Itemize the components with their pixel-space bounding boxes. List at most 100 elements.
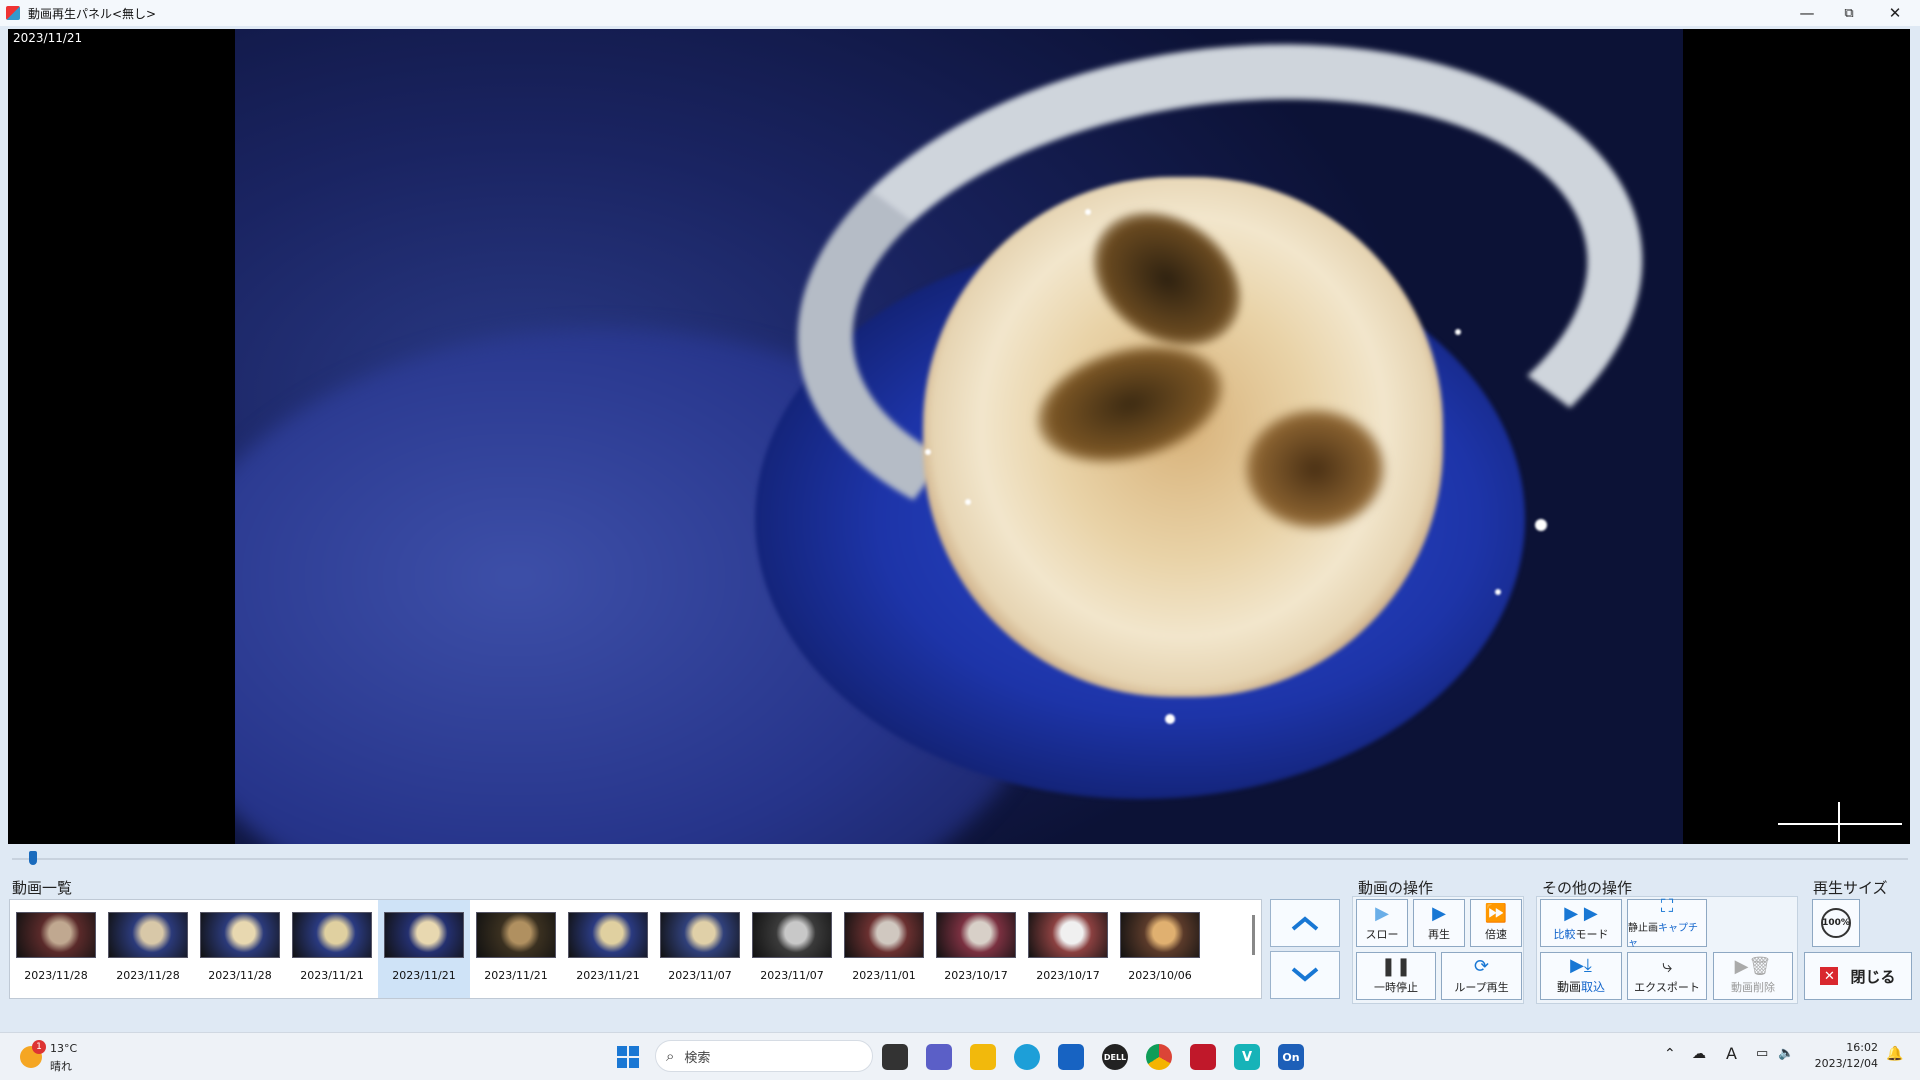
thumbnail-image xyxy=(660,912,740,958)
video-player[interactable]: 2023/11/21 xyxy=(8,29,1910,844)
loop-button[interactable]: ⟳ ループ再生 xyxy=(1441,952,1522,1000)
search-placeholder: 検索 xyxy=(684,1050,711,1066)
thumbnail-date: 2023/11/21 xyxy=(300,969,364,982)
slow-icon: ▶ xyxy=(1375,902,1389,924)
fast-button[interactable]: ⏩ 倍速 xyxy=(1470,899,1522,947)
scroll-up-button[interactable] xyxy=(1270,899,1340,947)
pause-label: 一時停止 xyxy=(1374,980,1418,994)
thumbnail-image xyxy=(844,912,924,958)
clock[interactable]: 16:02 2023/12/04 xyxy=(1808,1040,1878,1072)
thumbnail-date: 2023/11/07 xyxy=(668,969,732,982)
onedrive-icon[interactable]: ☁ xyxy=(1692,1046,1706,1062)
video-thumbnail[interactable]: 2023/11/21 xyxy=(562,900,654,998)
video-thumbnail[interactable]: 2023/11/28 xyxy=(194,900,286,998)
chrome-icon[interactable] xyxy=(1146,1044,1172,1070)
compare-mode-button[interactable]: ▶ ▶ 比較モード xyxy=(1540,899,1622,947)
zoom-100-button[interactable]: 100% xyxy=(1812,899,1860,947)
video-thumbnail[interactable]: 2023/10/17 xyxy=(1022,900,1114,998)
video-thumbnail[interactable]: 2023/11/21 xyxy=(378,900,470,998)
export-button[interactable]: ⤷ エクスポート xyxy=(1627,952,1707,1000)
video-thumbnail[interactable]: 2023/11/21 xyxy=(470,900,562,998)
video-thumbnail[interactable]: 2023/11/28 xyxy=(10,900,102,998)
pause-icon: ❚❚ xyxy=(1380,955,1412,977)
loop-label: ループ再生 xyxy=(1454,980,1509,994)
magnifier-icon: 100% xyxy=(1821,908,1851,938)
seek-bar[interactable] xyxy=(12,858,1908,860)
search-icon: ⌕ xyxy=(666,1047,675,1065)
export-label: エクスポート xyxy=(1634,980,1700,994)
thumbnail-image xyxy=(936,912,1016,958)
thumbnail-date: 2023/11/01 xyxy=(852,969,916,982)
dental-app-icon[interactable] xyxy=(1190,1044,1216,1070)
scroll-down-button[interactable] xyxy=(1270,951,1340,999)
video-thumbnail[interactable]: 2023/11/21 xyxy=(286,900,378,998)
edge-icon[interactable] xyxy=(1014,1044,1040,1070)
list-scrollbar[interactable] xyxy=(1252,915,1255,955)
thumbnail-image xyxy=(292,912,372,958)
close-label: 閉じる xyxy=(1850,967,1896,986)
v-app-icon[interactable]: V xyxy=(1234,1044,1260,1070)
thumbnail-image xyxy=(568,912,648,958)
network-icon[interactable]: ▭ xyxy=(1756,1046,1768,1061)
clock-time: 16:02 xyxy=(1846,1041,1878,1054)
thumbnail-image xyxy=(384,912,464,958)
thumbnail-date: 2023/11/28 xyxy=(24,969,88,982)
thumbnail-date: 2023/10/17 xyxy=(944,969,1008,982)
play-button[interactable]: ▶ 再生 xyxy=(1413,899,1465,947)
video-thumbnail[interactable]: 2023/11/07 xyxy=(654,900,746,998)
close-window-button[interactable]: ✕ xyxy=(1872,0,1918,26)
chat-icon[interactable] xyxy=(926,1044,952,1070)
thumbnail-image xyxy=(200,912,280,958)
taskbar-search[interactable]: ⌕ 検索 xyxy=(655,1040,873,1072)
video-thumbnail[interactable]: 2023/11/07 xyxy=(746,900,838,998)
thumbnail-date: 2023/11/21 xyxy=(484,969,548,982)
thumbnail-date: 2023/11/21 xyxy=(576,969,640,982)
video-thumbnail[interactable]: 2023/11/28 xyxy=(102,900,194,998)
import-video-button[interactable]: ▶⤓ 動画取込 xyxy=(1540,952,1622,1000)
close-panel-button[interactable]: ✕ 閉じる xyxy=(1804,952,1912,1000)
restore-button[interactable]: ⧉ xyxy=(1826,0,1872,26)
thumbnail-image xyxy=(1120,912,1200,958)
thumbnail-image xyxy=(476,912,556,958)
file-explorer-icon[interactable] xyxy=(970,1044,996,1070)
video-thumbnail[interactable]: 2023/11/01 xyxy=(838,900,930,998)
thumbnail-image xyxy=(16,912,96,958)
store-icon[interactable] xyxy=(1058,1044,1084,1070)
ime-icon[interactable]: A xyxy=(1726,1044,1737,1063)
thumbnail-date: 2023/11/28 xyxy=(116,969,180,982)
start-icon[interactable] xyxy=(615,1044,641,1070)
video-thumbnail[interactable]: 2023/10/17 xyxy=(930,900,1022,998)
dell-icon[interactable]: DELL xyxy=(1102,1044,1128,1070)
taskbar xyxy=(0,1032,1920,1080)
notification-bell-icon[interactable]: 🔔 xyxy=(1886,1046,1903,1062)
minimize-button[interactable]: — xyxy=(1784,0,1830,26)
video-frame xyxy=(235,29,1683,844)
weather-badge: 1 xyxy=(32,1040,46,1054)
close-x-icon: ✕ xyxy=(1820,967,1839,985)
fast-label: 倍速 xyxy=(1485,927,1507,941)
volume-icon[interactable]: 🔈 xyxy=(1778,1046,1794,1061)
delete-video-label: 動画削除 xyxy=(1731,980,1775,994)
slow-button[interactable]: ▶ スロー xyxy=(1356,899,1408,947)
thumbnail-image xyxy=(752,912,832,958)
pause-button[interactable]: ❚❚ 一時停止 xyxy=(1356,952,1436,1000)
window-title: 動画再生パネル<無し> xyxy=(28,6,157,21)
tray-chevron-icon[interactable]: ⌃ xyxy=(1664,1046,1676,1062)
fast-forward-icon: ⏩ xyxy=(1484,902,1508,924)
slow-label: スロー xyxy=(1365,927,1399,941)
weather-temp: 13°C xyxy=(50,1042,78,1055)
other-ops-label: その他の操作 xyxy=(1542,879,1633,897)
compare-mode-label: 比較モード xyxy=(1553,927,1609,941)
delete-video-button[interactable]: ▶🗑 動画削除 xyxy=(1713,952,1793,1000)
seek-thumb[interactable] xyxy=(29,851,37,865)
on-app-icon[interactable]: On xyxy=(1278,1044,1304,1070)
thumbnail-date: 2023/10/06 xyxy=(1128,969,1192,982)
weather-widget[interactable]: 1 13°C 晴れ xyxy=(20,1040,120,1074)
video-thumbnail[interactable]: 2023/10/06 xyxy=(1114,900,1206,998)
video-list[interactable]: 2023/11/28 2023/11/28 2023/11/28 2023/11/21… xyxy=(9,899,1262,999)
still-capture-button[interactable]: ⛶ 静止画キャプチャ xyxy=(1627,897,1707,949)
weather-desc: 晴れ xyxy=(50,1060,72,1073)
thumbnail-image xyxy=(108,912,188,958)
task-view-icon[interactable] xyxy=(882,1044,908,1070)
trash-icon: ▶🗑 xyxy=(1734,955,1772,977)
